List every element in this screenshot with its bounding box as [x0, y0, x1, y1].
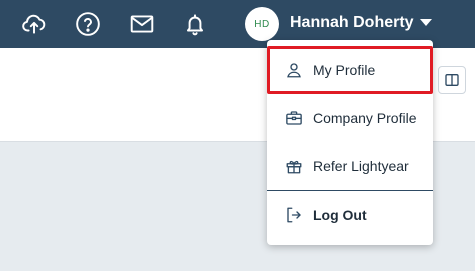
menu-item-refer-lightyear[interactable]: Refer Lightyear	[267, 142, 433, 190]
gift-icon	[285, 157, 303, 175]
avatar[interactable]: HD	[245, 7, 279, 41]
menu-item-label: Company Profile	[313, 110, 417, 126]
logout-icon	[285, 206, 303, 224]
user-dropdown-menu: My Profile Company Profile Refer Lightye…	[267, 40, 433, 245]
menu-item-my-profile[interactable]: My Profile	[267, 46, 433, 94]
menu-item-label: Log Out	[313, 207, 367, 223]
bell-icon[interactable]	[181, 10, 209, 38]
cloud-upload-icon[interactable]	[20, 10, 48, 38]
split-panel-icon	[445, 74, 459, 86]
menu-item-label: Refer Lightyear	[313, 158, 409, 174]
panel-toggle-button[interactable]	[438, 66, 466, 94]
person-icon	[285, 61, 303, 79]
avatar-initials: HD	[254, 18, 270, 30]
menu-item-company-profile[interactable]: Company Profile	[267, 94, 433, 142]
briefcase-icon	[285, 109, 303, 127]
help-icon[interactable]	[74, 10, 102, 38]
menu-item-label: My Profile	[313, 62, 376, 78]
chevron-down-icon[interactable]	[420, 19, 432, 26]
mail-icon[interactable]	[128, 10, 156, 38]
menu-item-log-out[interactable]: Log Out	[267, 191, 433, 239]
user-name[interactable]: Hannah Doherty	[290, 14, 414, 32]
